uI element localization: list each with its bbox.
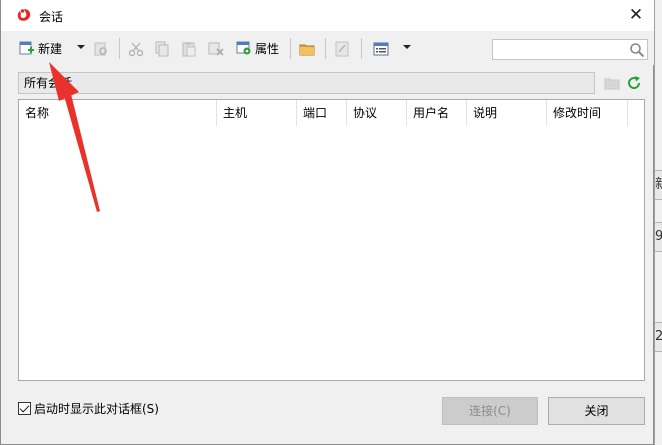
- toolbar: 新建 属性: [1, 31, 654, 65]
- window-close-button[interactable]: ✕: [624, 4, 648, 26]
- show-on-startup-checkbox[interactable]: 启动时显示此对话框(S): [18, 400, 159, 417]
- new-session-label: 新建: [38, 41, 63, 56]
- column-header-description[interactable]: 说明: [467, 100, 547, 126]
- title-bar: 会话 ✕: [1, 0, 654, 31]
- folder-path-field: 所有会话: [18, 72, 595, 94]
- view-mode-icon[interactable]: [373, 41, 389, 57]
- background-cell: 9: [655, 222, 662, 252]
- column-header-name[interactable]: 名称: [19, 100, 217, 126]
- properties-button[interactable]: 属性: [236, 37, 279, 59]
- column-header-modified-time[interactable]: 修改时间: [547, 100, 628, 126]
- sessions-dialog: 会话 ✕ 新建 属性 所有会话 名称 主机 端口 协议 用户名 说明 修改时间 …: [0, 0, 654, 445]
- properties-icon: [236, 41, 251, 55]
- column-header-username[interactable]: 用户名: [407, 100, 467, 126]
- toolbar-separator: [290, 38, 291, 59]
- table-header: 名称 主机 端口 协议 用户名 说明 修改时间: [19, 100, 644, 126]
- background-cell: 2: [655, 322, 662, 352]
- search-box: [492, 39, 648, 60]
- delete-icon[interactable]: [208, 41, 224, 57]
- checkbox-checked-icon[interactable]: [18, 402, 31, 415]
- toolbar-separator: [119, 38, 120, 59]
- toolbar-separator: [361, 38, 362, 59]
- connect-button[interactable]: 连接(C): [442, 397, 538, 425]
- refresh-icon[interactable]: [626, 75, 642, 91]
- new-session-button[interactable]: 新建: [19, 37, 62, 59]
- background-app-strip: 新 9 2: [654, 0, 662, 445]
- background-cell: 新: [655, 170, 662, 200]
- new-session-icon: [19, 41, 34, 55]
- properties-label: 属性: [255, 41, 280, 56]
- paste-icon[interactable]: [181, 41, 197, 57]
- view-dropdown-chevron-icon[interactable]: [403, 45, 411, 49]
- sessions-table: 名称 主机 端口 协议 用户名 说明 修改时间: [18, 99, 645, 381]
- session-settings-icon[interactable]: [334, 41, 350, 57]
- folder-up-icon[interactable]: [604, 75, 620, 91]
- window-title: 会话: [39, 10, 64, 24]
- column-header-protocol[interactable]: 协议: [347, 100, 407, 126]
- close-button[interactable]: 关闭: [548, 397, 645, 425]
- cut-icon[interactable]: [128, 41, 144, 57]
- quick-connect-icon[interactable]: [93, 41, 109, 57]
- show-on-startup-label: 启动时显示此对话框(S): [34, 402, 159, 416]
- column-header-port[interactable]: 端口: [297, 100, 347, 126]
- search-icon[interactable]: [629, 42, 645, 58]
- new-dropdown-chevron-icon[interactable]: [77, 45, 85, 49]
- copy-icon[interactable]: [154, 41, 170, 57]
- app-logo-icon: [17, 9, 31, 21]
- new-folder-icon[interactable]: [299, 41, 315, 57]
- search-input[interactable]: [493, 40, 627, 59]
- toolbar-separator: [325, 38, 326, 59]
- column-header-host[interactable]: 主机: [217, 100, 297, 126]
